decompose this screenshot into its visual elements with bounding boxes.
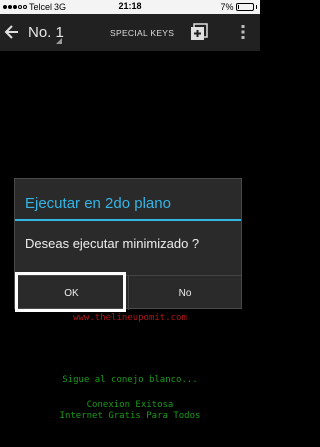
dropdown-corner-icon [56, 38, 62, 44]
special-keys-button[interactable]: SPECIAL KEYS [110, 28, 174, 38]
overflow-menu-icon[interactable] [239, 24, 247, 40]
dialog-title-divider [15, 219, 241, 221]
dialog-message: Deseas ejecutar minimizado ? [25, 236, 200, 251]
terminal-line: Conexion Exitosa [86, 400, 174, 410]
action-bar: No. 1 SPECIAL KEYS [0, 14, 260, 51]
terminal-line: Internet Gratis Para Todos [59, 411, 201, 421]
battery-icon [235, 3, 254, 11]
ok-button[interactable]: OK [15, 276, 128, 310]
terminal-url-line: www.thelineupomit.com [73, 313, 187, 323]
dialog-button-bar: OK No [15, 275, 241, 310]
battery-percent: 7% [220, 2, 234, 12]
battery-status: 7% [220, 2, 257, 12]
plus-box-icon[interactable] [190, 23, 208, 41]
run-background-dialog: Ejecutar en 2do plano Deseas ejecutar mi… [14, 178, 242, 310]
back-arrow-icon[interactable] [4, 23, 20, 41]
terminal-line: Sigue al conejo blanco... [62, 375, 198, 385]
status-bar: Telcel 3G 21:18 7% [0, 0, 260, 14]
dialog-title: Ejecutar en 2do plano [25, 195, 171, 212]
no-button[interactable]: No [128, 276, 241, 310]
